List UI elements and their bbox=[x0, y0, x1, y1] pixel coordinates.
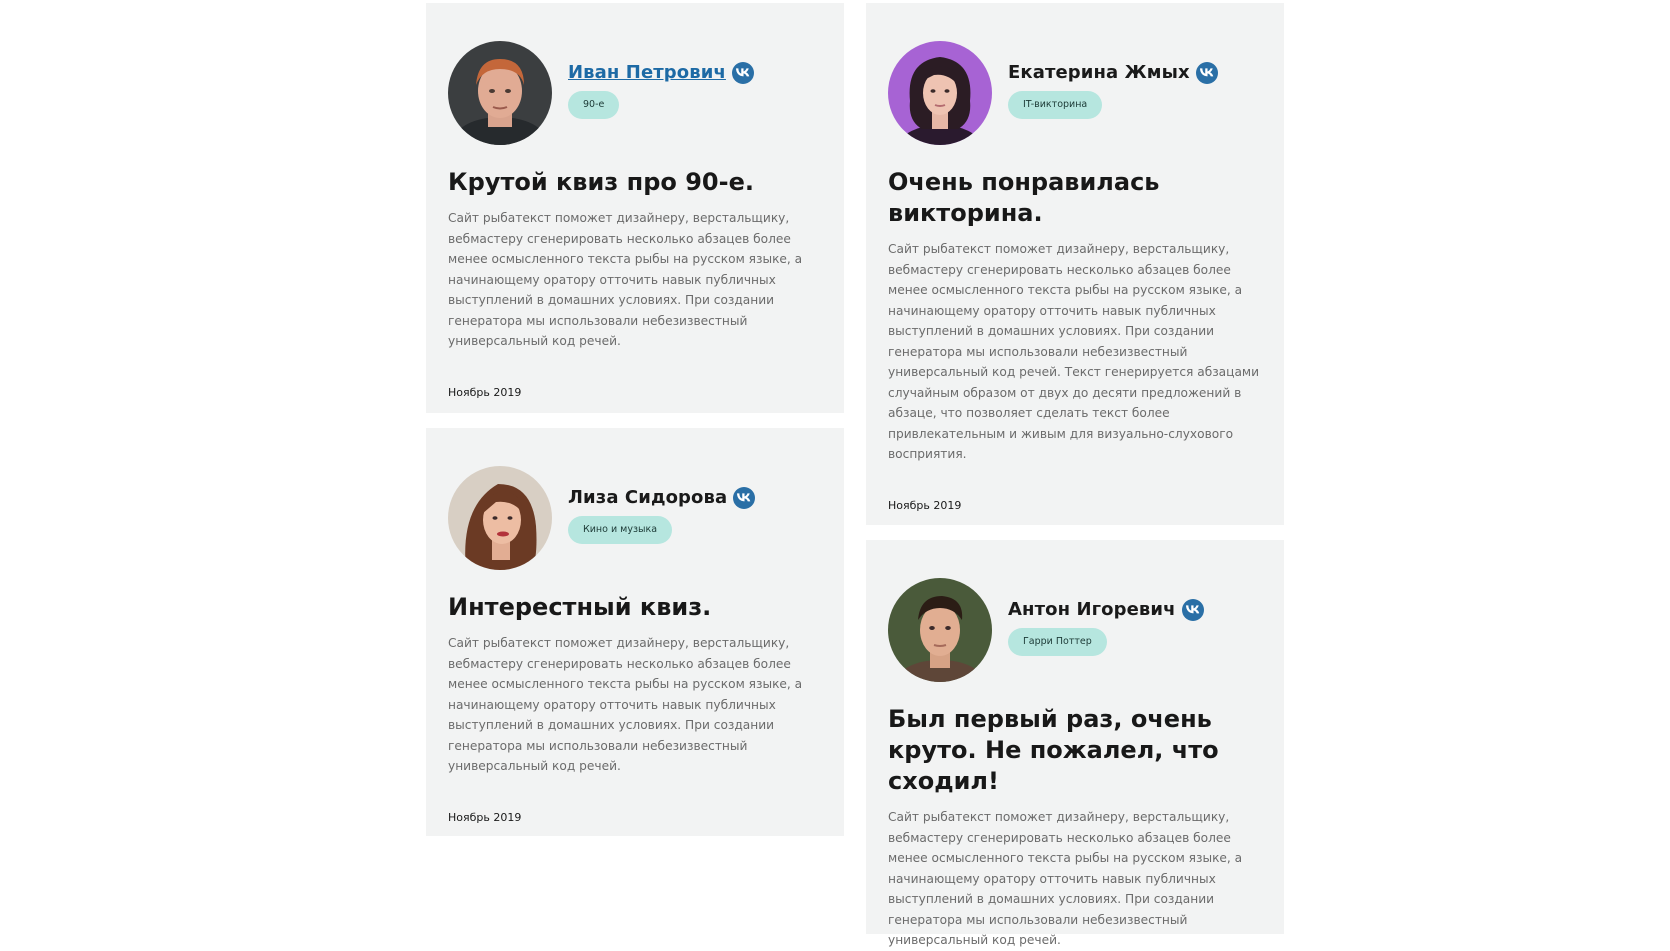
review-title: Крутой квиз про 90-е. bbox=[448, 168, 754, 196]
review-header: Иван Петрович 90-е bbox=[448, 41, 822, 145]
vk-icon[interactable] bbox=[731, 61, 754, 84]
name-row: Лиза Сидорова bbox=[568, 486, 756, 509]
author-name: Антон Игоревич bbox=[1008, 599, 1176, 620]
review-card: Лиза Сидорова Кино и музыка Интерестный … bbox=[426, 428, 844, 836]
name-row: Екатерина Жмых bbox=[1008, 61, 1218, 84]
review-text: Сайт рыбатекст поможет дизайнеру, верста… bbox=[888, 242, 1260, 461]
category-tag: Гарри Поттер bbox=[1008, 627, 1107, 656]
avatar bbox=[448, 466, 552, 570]
review-title: Очень понравилась викторина. bbox=[888, 168, 1160, 227]
review-card: Екатерина Жмых IT-викторина Очень понрав… bbox=[866, 3, 1284, 525]
review-text: Сайт рыбатекст поможет дизайнеру, верста… bbox=[888, 810, 1243, 947]
review-text: Сайт рыбатекст поможет дизайнеру, верста… bbox=[448, 211, 803, 348]
avatar bbox=[888, 41, 992, 145]
review-date: Ноябрь 2019 bbox=[448, 810, 522, 824]
review-meta: Антон Игоревич Гарри Поттер bbox=[1008, 598, 1204, 656]
name-row: Иван Петрович bbox=[568, 61, 754, 84]
review-date: Ноябрь 2019 bbox=[448, 385, 522, 399]
review-meta: Екатерина Жмых IT-викторина bbox=[1008, 61, 1218, 119]
review-text: Сайт рыбатекст поможет дизайнеру, верста… bbox=[448, 636, 803, 773]
vk-icon[interactable] bbox=[1181, 598, 1204, 621]
review-header: Антон Игоревич Гарри Поттер bbox=[888, 578, 1262, 682]
review-card: Иван Петрович 90-е Крутой квиз про 90-е.… bbox=[426, 3, 844, 413]
review-card: Антон Игоревич Гарри Поттер Был первый р… bbox=[866, 540, 1284, 947]
review-title: Был первый раз, очень круто. Не пожалел,… bbox=[888, 705, 1219, 795]
avatar bbox=[448, 41, 552, 145]
vk-icon[interactable] bbox=[733, 486, 756, 509]
category-tag: Кино и музыка bbox=[568, 515, 673, 544]
author-name: Екатерина Жмых bbox=[1008, 62, 1190, 83]
review-meta: Лиза Сидорова Кино и музыка bbox=[568, 486, 756, 544]
avatar bbox=[888, 578, 992, 682]
vk-icon[interactable] bbox=[1195, 61, 1218, 84]
author-name: Лиза Сидорова bbox=[568, 487, 728, 508]
review-title: Интерестный квиз. bbox=[448, 593, 712, 621]
review-meta: Иван Петрович 90-е bbox=[568, 61, 754, 119]
review-date: Ноябрь 2019 bbox=[888, 498, 962, 512]
name-row: Антон Игоревич bbox=[1008, 598, 1204, 621]
author-name-link[interactable]: Иван Петрович bbox=[568, 62, 726, 83]
review-header: Лиза Сидорова Кино и музыка bbox=[448, 466, 822, 570]
category-tag: 90-е bbox=[568, 90, 620, 119]
review-header: Екатерина Жмых IT-викторина bbox=[888, 41, 1262, 145]
category-tag: IT-викторина bbox=[1008, 90, 1103, 119]
